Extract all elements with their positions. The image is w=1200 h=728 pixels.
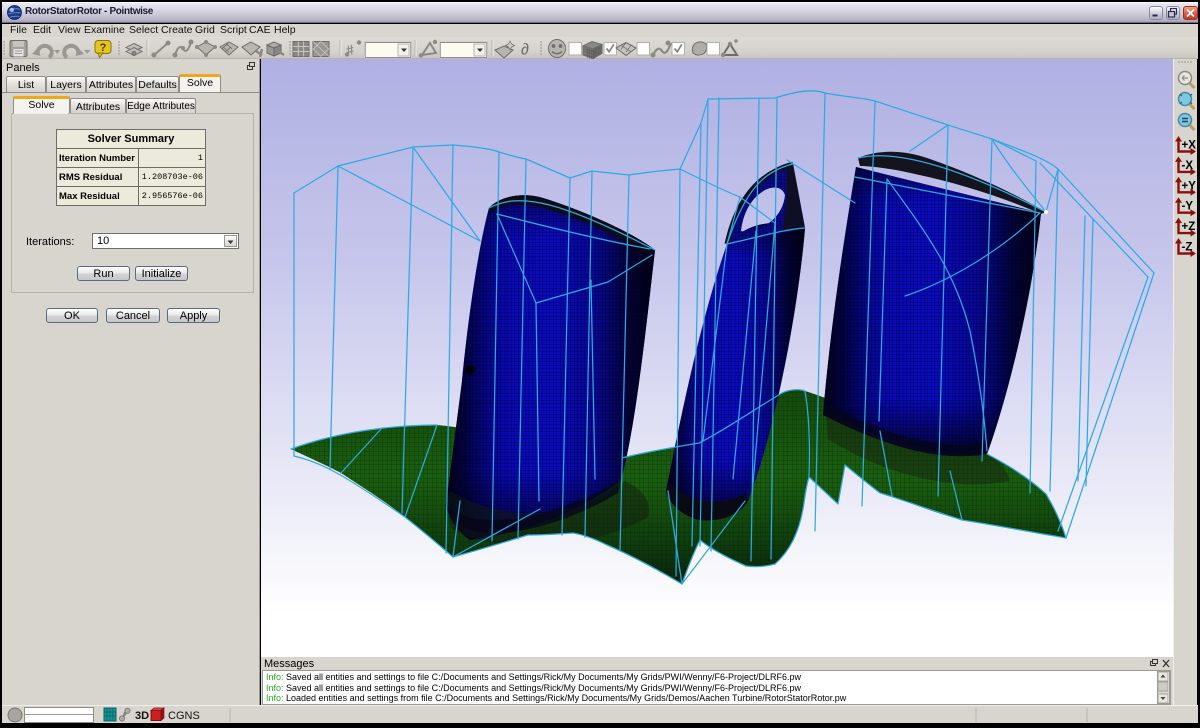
svg-text:CGNS: CGNS — [168, 710, 200, 722]
svg-text:-Z: -Z — [1182, 242, 1193, 254]
svg-text:+Y: +Y — [1182, 180, 1197, 192]
svg-text:3D: 3D — [135, 710, 149, 722]
svg-text:?: ? — [100, 42, 107, 54]
svg-text:∂: ∂ — [521, 42, 529, 59]
svg-text:-Y: -Y — [1182, 201, 1194, 213]
svg-text:-X: -X — [1182, 160, 1194, 172]
svg-text:+X: +X — [1182, 140, 1197, 152]
svg-text:+Z: +Z — [1182, 221, 1196, 233]
